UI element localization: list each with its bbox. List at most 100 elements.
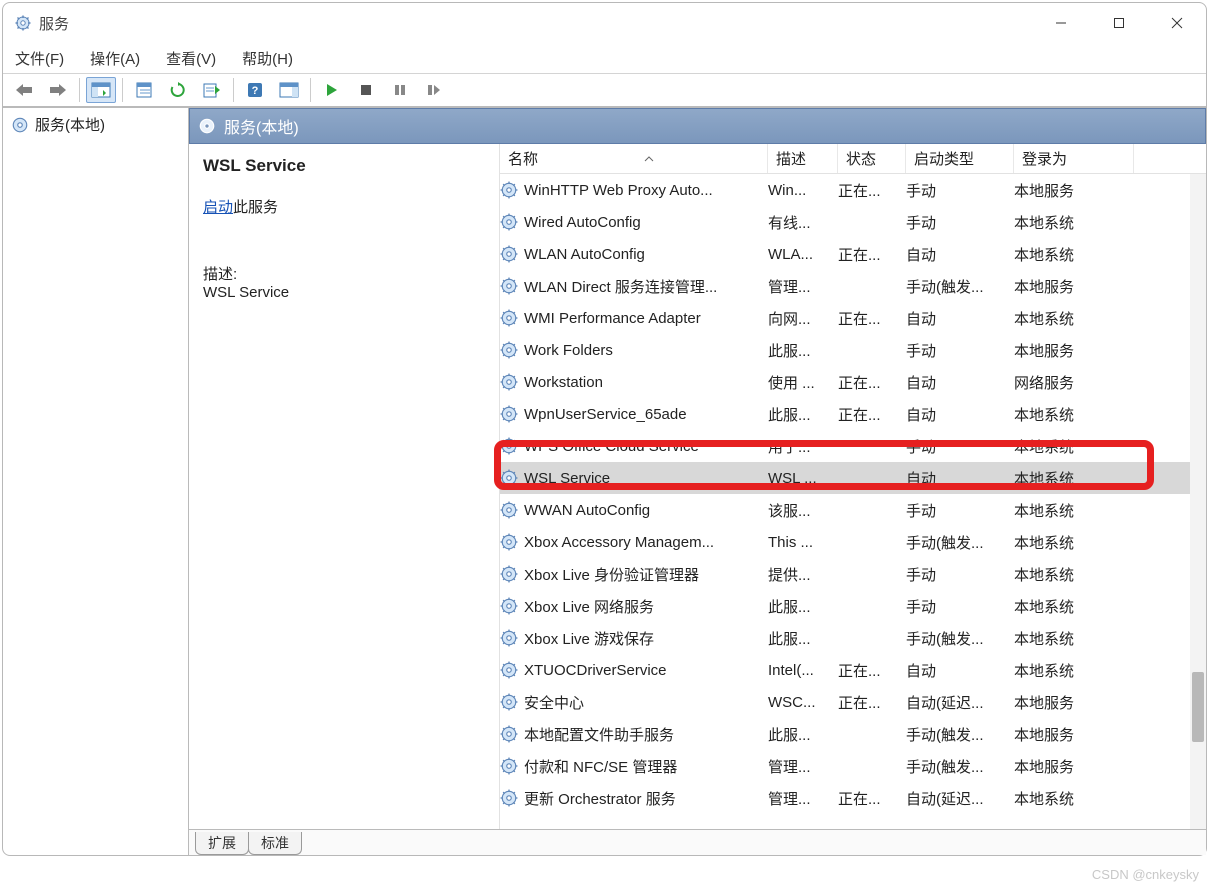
cell-start: 自动(延迟... [906,788,1014,809]
cell-name: Work Folders [524,342,768,359]
gear-icon [500,437,518,455]
table-row[interactable]: WSL ServiceWSL ...自动本地系统 [500,462,1190,494]
refresh-button[interactable] [163,77,193,103]
scrollbar-thumb[interactable] [1192,672,1204,742]
table-row[interactable]: WLAN Direct 服务连接管理...管理...手动(触发...本地服务 [500,270,1190,302]
table-row[interactable]: WPS Office Cloud Service用于...手动本地系统 [500,430,1190,462]
close-button[interactable] [1148,3,1206,43]
cell-name: WLAN Direct 服务连接管理... [524,276,768,297]
table-row[interactable]: Wired AutoConfig有线... 手动本地系统 [500,206,1190,238]
description-text: WSL Service [203,284,485,301]
cell-start: 手动(触发... [906,756,1014,777]
cell-start: 手动(触发... [906,628,1014,649]
start-service-button[interactable] [317,77,347,103]
table-row[interactable]: Work Folders此服...手动本地服务 [500,334,1190,366]
menu-bar: 文件(F) 操作(A) 查看(V) 帮助(H) [3,43,1206,73]
cell-logon: 本地系统 [1014,244,1134,265]
gear-icon [500,597,518,615]
scrollbar-vertical[interactable] [1190,174,1206,829]
stop-service-button[interactable] [351,77,381,103]
cell-logon: 本地系统 [1014,212,1134,233]
toolbar-separator [310,78,311,102]
table-row[interactable]: Workstation使用 ...正在...自动网络服务 [500,366,1190,398]
gear-icon [15,15,31,31]
table-row[interactable]: WMI Performance Adapter向网...正在...自动本地系统 [500,302,1190,334]
pause-service-button[interactable] [385,77,415,103]
help-button[interactable]: ? [240,77,270,103]
table-row[interactable]: Xbox Live 网络服务此服...手动本地系统 [500,590,1190,622]
view-tabs: 扩展 标准 [189,829,1206,855]
cell-start: 手动 [906,212,1014,233]
export-list-button[interactable] [197,77,227,103]
cell-status: 正在... [838,244,906,265]
menu-view[interactable]: 查看(V) [164,48,218,69]
cell-logon: 本地系统 [1014,532,1134,553]
cell-start: 自动 [906,660,1014,681]
start-service-link[interactable]: 启动 [203,199,233,216]
preview-pane-button[interactable] [274,77,304,103]
cell-start: 手动 [906,500,1014,521]
cell-name: Workstation [524,374,768,391]
minimize-button[interactable] [1032,3,1090,43]
cell-desc: 提供... [768,564,838,585]
tab-standard[interactable]: 标准 [248,832,302,855]
cell-status: 正在... [838,692,906,713]
gear-icon [500,693,518,711]
table-row[interactable]: WpnUserService_65ade此服...正在...自动本地系统 [500,398,1190,430]
gear-icon [500,629,518,647]
properties-button[interactable] [129,77,159,103]
cell-logon: 本地系统 [1014,436,1134,457]
gear-icon [500,725,518,743]
maximize-button[interactable] [1090,3,1148,43]
col-desc[interactable]: 描述 [768,144,838,173]
menu-action[interactable]: 操作(A) [88,48,142,69]
cell-status: 正在... [838,372,906,393]
tab-extended[interactable]: 扩展 [195,832,249,855]
table-row[interactable]: 付款和 NFC/SE 管理器管理...手动(触发...本地服务 [500,750,1190,782]
cell-desc: 管理... [768,788,838,809]
menu-help[interactable]: 帮助(H) [240,48,295,69]
cell-logon: 本地系统 [1014,788,1134,809]
title-bar: 服务 [3,3,1206,43]
table-row[interactable]: Xbox Live 身份验证管理器提供...手动本地系统 [500,558,1190,590]
cell-name: Wired AutoConfig [524,214,768,231]
cell-name: Xbox Accessory Managem... [524,534,768,551]
gear-icon [500,661,518,679]
cell-start: 自动 [906,308,1014,329]
back-button[interactable] [9,77,39,103]
menu-file[interactable]: 文件(F) [13,48,66,69]
nav-item-services-local[interactable]: 服务(本地) [5,112,186,137]
table-row[interactable]: 安全中心WSC...正在...自动(延迟...本地服务 [500,686,1190,718]
table-row[interactable]: WWAN AutoConfig该服...手动本地系统 [500,494,1190,526]
col-logon-as[interactable]: 登录为 [1014,144,1134,173]
cell-desc: Intel(... [768,662,838,679]
table-row[interactable]: XTUOCDriverServiceIntel(...正在...自动本地系统 [500,654,1190,686]
restart-service-button[interactable] [419,77,449,103]
cell-start: 手动 [906,436,1014,457]
cell-logon: 本地系统 [1014,468,1134,489]
detail-header-label: 服务(本地) [224,114,299,138]
table-row[interactable]: WLAN AutoConfigWLA...正在...自动本地系统 [500,238,1190,270]
cell-start: 自动 [906,372,1014,393]
table-row[interactable]: WinHTTP Web Proxy Auto...Win...正在...手动本地… [500,174,1190,206]
table-row[interactable]: 本地配置文件助手服务此服...手动(触发...本地服务 [500,718,1190,750]
col-name[interactable]: 名称 [500,144,768,173]
cell-desc: 有线... [768,212,838,233]
column-headers: 名称 描述 状态 启动类型 登录为 [500,144,1206,174]
table-row[interactable]: Xbox Live 游戏保存此服...手动(触发...本地系统 [500,622,1190,654]
gear-icon [500,565,518,583]
cell-logon: 本地服务 [1014,692,1134,713]
table-row[interactable]: 更新 Orchestrator 服务管理...正在...自动(延迟...本地系统 [500,782,1190,814]
cell-status: 正在... [838,308,906,329]
cell-start: 自动(延迟... [906,692,1014,713]
gear-icon [500,533,518,551]
forward-button[interactable] [43,77,73,103]
cell-desc: 管理... [768,276,838,297]
cell-start: 手动(触发... [906,724,1014,745]
cell-logon: 本地系统 [1014,596,1134,617]
col-status[interactable]: 状态 [838,144,906,173]
col-start-type[interactable]: 启动类型 [906,144,1014,173]
table-row[interactable]: Xbox Accessory Managem...This ...手动(触发..… [500,526,1190,558]
show-hide-tree-button[interactable] [86,77,116,103]
cell-desc: 该服... [768,500,838,521]
